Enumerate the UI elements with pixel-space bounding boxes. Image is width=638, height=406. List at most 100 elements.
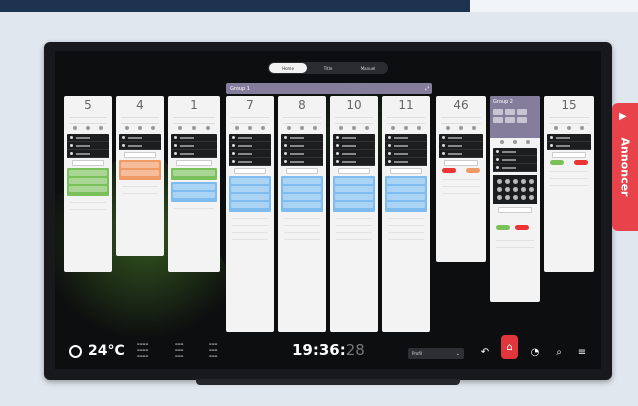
- status-band: [333, 176, 375, 212]
- expand-icon[interactable]: ⤢: [425, 86, 429, 92]
- group-2-pills: [493, 109, 537, 123]
- list-item: [442, 182, 480, 187]
- profile-select[interactable]: Profil ⌄: [408, 348, 464, 359]
- announce-button[interactable]: ▶ Annoncer: [612, 103, 638, 231]
- call-list: [493, 148, 537, 172]
- megaphone-icon: ▶: [619, 111, 627, 122]
- status-icons: [173, 126, 215, 132]
- action-row: [496, 215, 534, 234]
- alert-pill[interactable]: [442, 168, 456, 173]
- list-item: [232, 235, 268, 240]
- card-button[interactable]: [176, 160, 212, 166]
- card-button[interactable]: [498, 207, 532, 213]
- list-item: [122, 182, 158, 187]
- room-card-8[interactable]: 8: [278, 96, 326, 332]
- group-1-header[interactable]: Group 1 ⤢: [226, 83, 432, 94]
- room-card-15[interactable]: 15: [544, 96, 594, 272]
- card-button[interactable]: [552, 152, 586, 158]
- tab-home[interactable]: Home: [269, 63, 307, 73]
- alert-pill[interactable]: [574, 160, 588, 165]
- monitor-stand: [196, 379, 460, 385]
- list-item: [284, 214, 320, 219]
- ticker-text: ▬▬▬▬: [137, 342, 149, 346]
- info-line: [121, 113, 159, 118]
- card-button[interactable]: [338, 168, 370, 174]
- status-band: [119, 160, 161, 180]
- card-button[interactable]: [72, 160, 104, 166]
- status-band: [171, 168, 217, 180]
- status-icons: [69, 126, 107, 132]
- status-icons: [121, 126, 159, 132]
- call-list: [547, 134, 591, 150]
- group-1-label: Group 1: [230, 85, 250, 92]
- list-item: [336, 228, 372, 233]
- info-line: [549, 113, 589, 118]
- list-item: [496, 243, 534, 248]
- list-item: [70, 198, 106, 203]
- keypad[interactable]: [493, 175, 537, 204]
- top-band-right: [470, 0, 638, 12]
- ticker-text: ▬▬▬: [209, 342, 218, 346]
- clock: 19:36:28: [292, 341, 365, 359]
- sun-icon: [69, 344, 82, 358]
- info-line: [231, 113, 269, 118]
- call-list: [333, 134, 375, 166]
- clock-seconds: 28: [345, 341, 365, 359]
- room-number: 1: [190, 98, 198, 112]
- list-item: [174, 204, 214, 209]
- clock-icon[interactable]: ◔: [528, 345, 542, 359]
- list-item: [122, 189, 158, 194]
- ticker-text: ▬▬▬▬: [137, 354, 149, 358]
- card-button[interactable]: [124, 152, 156, 158]
- status-icons: [495, 140, 535, 146]
- group-2-card[interactable]: Group 2: [490, 96, 540, 302]
- list-item: [550, 174, 588, 179]
- info-line: [231, 119, 269, 124]
- list-item: [388, 228, 424, 233]
- room-card-4[interactable]: 4: [116, 96, 164, 256]
- alarm-button[interactable]: ⌂: [501, 335, 518, 359]
- info-ticker: ▬▬▬▬ ▬▬▬ ▬▬▬ ▬▬▬▬ ▬▬▬ ▬▬▬ ▬▬▬▬ ▬▬▬ ▬▬▬: [137, 342, 239, 359]
- card-button[interactable]: [286, 168, 318, 174]
- undo-icon[interactable]: ↶: [478, 345, 492, 359]
- group-2-header[interactable]: Group 2: [490, 96, 540, 138]
- status-icons: [441, 126, 481, 132]
- alert-pill[interactable]: [515, 225, 530, 230]
- list-item: [388, 235, 424, 240]
- ok-pill[interactable]: [496, 225, 510, 230]
- alarm-icon: ⌂: [506, 341, 513, 353]
- status-band: [281, 176, 323, 212]
- card-button[interactable]: [444, 160, 478, 166]
- info-line: [335, 119, 373, 124]
- profile-select-value: Profil: [412, 351, 422, 356]
- list-item: [388, 221, 424, 226]
- room-card-46[interactable]: 46: [436, 96, 486, 262]
- info-line: [283, 113, 321, 118]
- list-item: [232, 221, 268, 226]
- room-card-10[interactable]: 10: [330, 96, 378, 332]
- room-number: 10: [346, 98, 362, 112]
- ok-pill[interactable]: [550, 160, 564, 165]
- menu-icon[interactable]: ≡: [575, 345, 589, 359]
- card-button[interactable]: [390, 168, 422, 174]
- status-band: [385, 176, 427, 212]
- list-item: [550, 181, 588, 186]
- tab-title[interactable]: Title: [309, 63, 347, 73]
- tab-manuel[interactable]: Manuel: [349, 63, 387, 73]
- room-card-11[interactable]: 11: [382, 96, 430, 332]
- search-icon[interactable]: ⌕: [552, 345, 566, 359]
- list-item: [336, 235, 372, 240]
- room-card-7[interactable]: 7: [226, 96, 274, 332]
- call-list: [119, 134, 161, 150]
- list-item: [442, 189, 480, 194]
- list-item: [442, 175, 480, 180]
- info-line: [387, 119, 425, 124]
- warning-pill[interactable]: [466, 168, 480, 173]
- status-icons: [283, 126, 321, 132]
- view-tabs: Home Title Manuel: [268, 62, 388, 74]
- room-card-1[interactable]: 1: [168, 96, 220, 272]
- info-line: [283, 119, 321, 124]
- status-band: [171, 182, 217, 202]
- room-card-5[interactable]: 5: [64, 96, 112, 272]
- card-button[interactable]: [234, 168, 266, 174]
